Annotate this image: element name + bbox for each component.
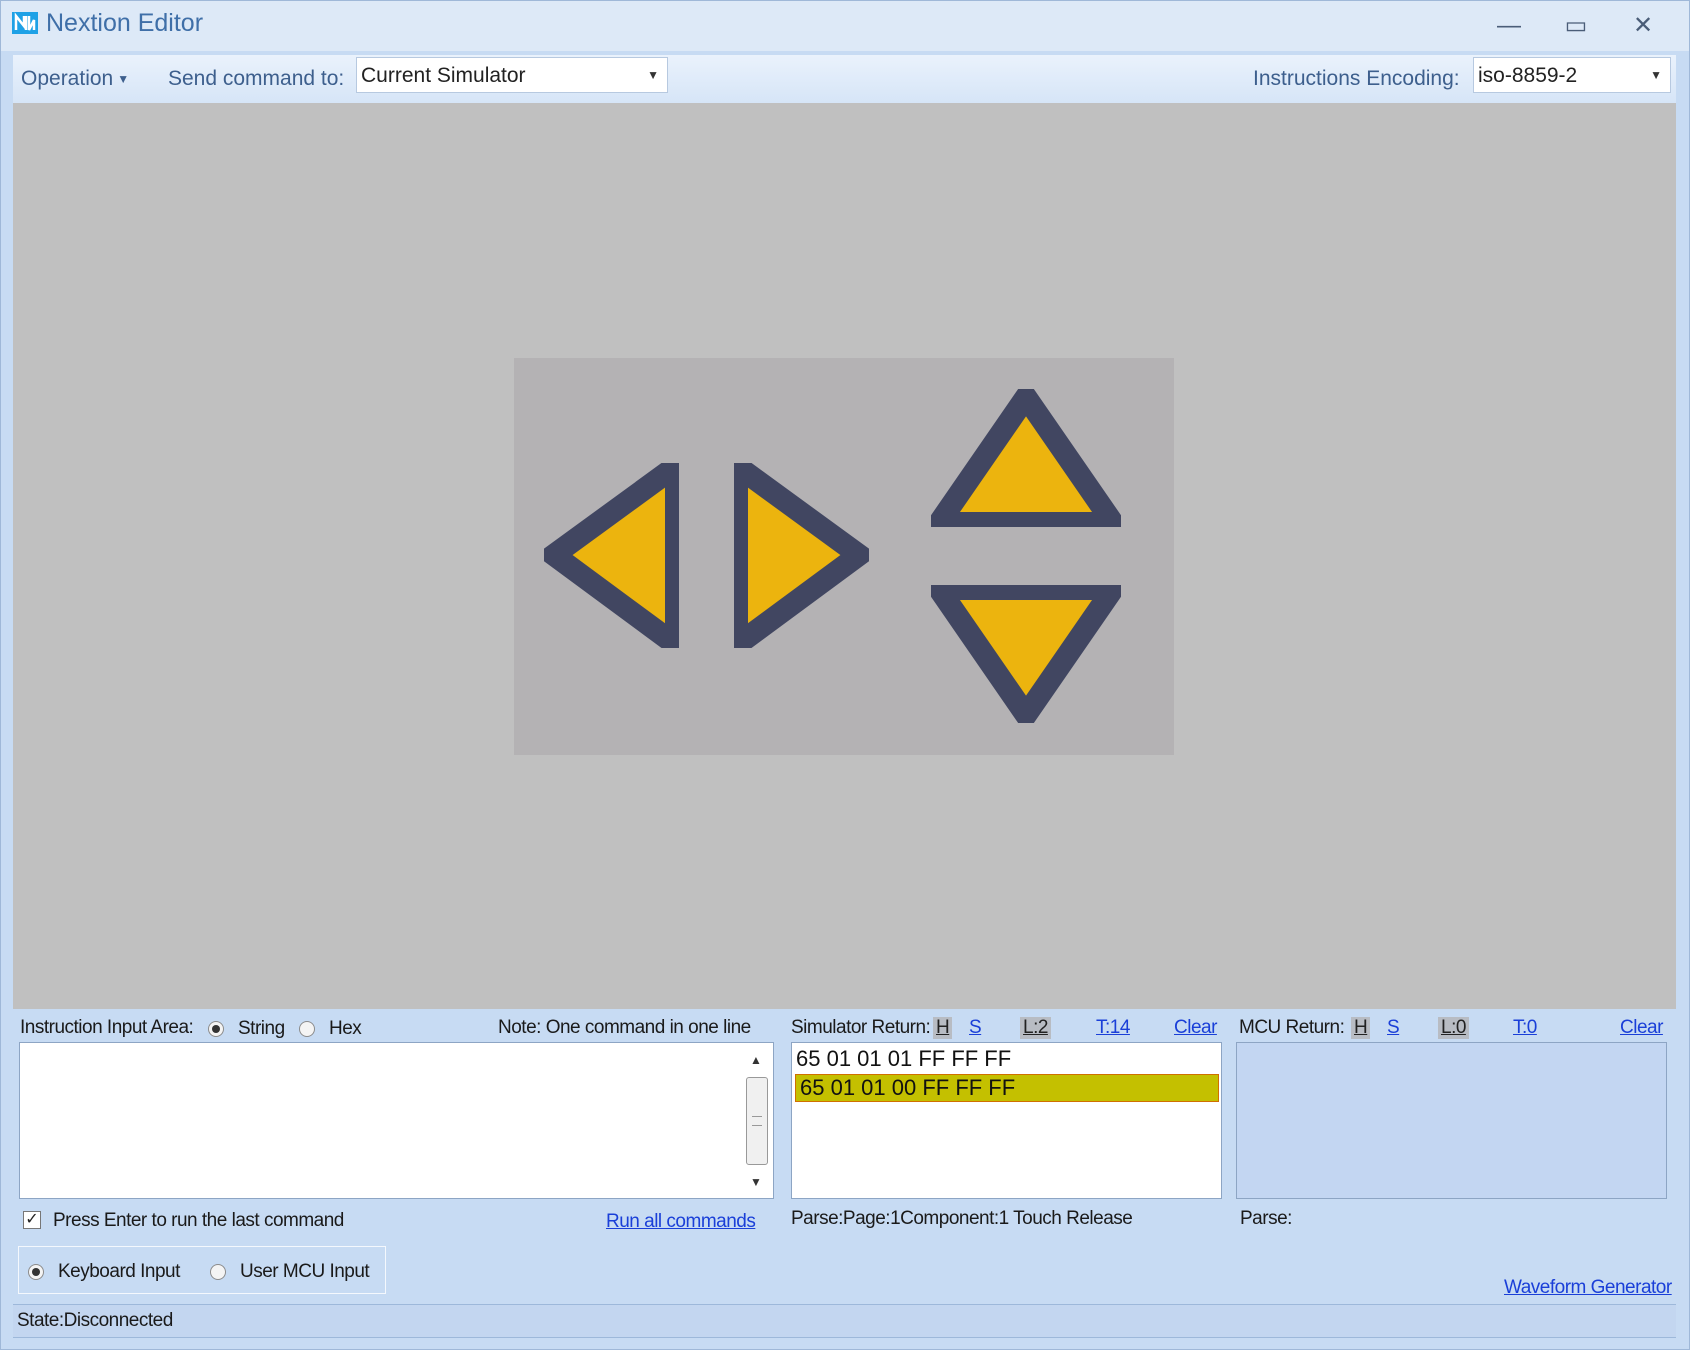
press-enter-label: Press Enter to run the last command [53,1210,344,1231]
string-mode-radio[interactable] [208,1021,224,1037]
send-command-label: Send command to: [168,67,345,90]
operation-menu[interactable]: Operation ▼ [21,67,129,91]
mcu-clear-link[interactable]: Clear [1620,1017,1663,1039]
status-bar: State:Disconnected [13,1304,1676,1338]
keyboard-input-label: Keyboard Input [58,1261,180,1282]
mcu-length-counter[interactable]: L:0 [1438,1017,1469,1039]
input-scrollbar[interactable]: ▲ ▼ [745,1045,771,1195]
input-note: Note: One command in one line [498,1017,751,1038]
scroll-down-icon[interactable]: ▼ [750,1175,762,1189]
encoding-value: iso-8859-2 [1478,64,1578,87]
sim-hex-toggle[interactable]: H [933,1017,953,1039]
sim-length-counter[interactable]: L:2 [1020,1017,1051,1039]
maximize-button[interactable]: ▭ [1556,9,1596,43]
operation-menu-label: Operation [21,67,114,90]
left-arrow-button[interactable] [544,463,679,648]
run-all-commands-link[interactable]: Run all commands [606,1211,756,1233]
mcu-total-counter[interactable]: T:0 [1510,1017,1540,1039]
mcu-return-list[interactable] [1236,1042,1667,1199]
minimize-button[interactable]: — [1489,9,1529,43]
keyboard-input-radio[interactable] [28,1264,44,1280]
simulator-return-label: Simulator Return: [791,1017,931,1038]
hex-mode-label: Hex [329,1018,362,1039]
mcu-return-label: MCU Return: [1239,1017,1345,1038]
dropdown-arrow-icon: ▼ [1650,68,1662,82]
waveform-generator-link[interactable]: Waveform Generator [1504,1277,1672,1299]
sim-parse-text: Parse:Page:1Component:1 Touch Release [791,1208,1133,1229]
hex-mode-radio[interactable] [299,1021,315,1037]
dropdown-arrow-icon: ▼ [647,68,659,82]
instruction-input-textarea[interactable]: ▲ ▼ [19,1042,774,1199]
encoding-label: Instructions Encoding: [1253,67,1460,90]
right-arrow-button[interactable] [734,463,869,648]
instruction-input-label: Instruction Input Area: [20,1017,194,1038]
scroll-up-icon[interactable]: ▲ [750,1053,762,1067]
send-command-value: Current Simulator [361,64,526,87]
simulator-return-list[interactable]: 65 01 01 01 FF FF FF 65 01 01 00 FF FF F… [791,1042,1222,1199]
nextion-logo-icon [12,12,38,34]
user-mcu-input-radio[interactable] [210,1264,226,1280]
title-bar: Nextion Editor — ▭ ✕ [1,1,1689,51]
sim-total-counter[interactable]: T:14 [1093,1017,1133,1039]
string-mode-label: String [238,1018,285,1039]
simulated-screen [514,358,1174,755]
sim-return-line-selected[interactable]: 65 01 01 00 FF FF FF [795,1074,1219,1102]
up-arrow-button[interactable] [931,389,1121,527]
mcu-string-toggle[interactable]: S [1384,1017,1402,1039]
user-mcu-input-label: User MCU Input [240,1261,370,1282]
connection-state: State:Disconnected [17,1310,173,1331]
nextion-editor-window: Nextion Editor — ▭ ✕ Operation ▼ Send com… [0,0,1690,1350]
scroll-thumb[interactable] [746,1077,768,1165]
sim-string-toggle[interactable]: S [966,1017,984,1039]
mcu-hex-toggle[interactable]: H [1351,1017,1371,1039]
window-title: Nextion Editor [46,9,204,37]
mcu-parse-text: Parse: [1240,1208,1292,1229]
sim-clear-link[interactable]: Clear [1174,1017,1217,1039]
toolbar: Operation ▼ Send command to: Current Simu… [13,55,1676,104]
chevron-down-icon: ▼ [117,72,130,87]
sim-return-line[interactable]: 65 01 01 01 FF FF FF [796,1046,1011,1072]
down-arrow-button[interactable] [931,585,1121,723]
send-command-select[interactable]: Current Simulator ▼ [356,57,668,93]
simulator-canvas [13,103,1676,1009]
press-enter-checkbox[interactable]: ✓ [23,1211,41,1229]
close-button[interactable]: ✕ [1623,9,1663,43]
encoding-select[interactable]: iso-8859-2 ▼ [1473,57,1671,93]
